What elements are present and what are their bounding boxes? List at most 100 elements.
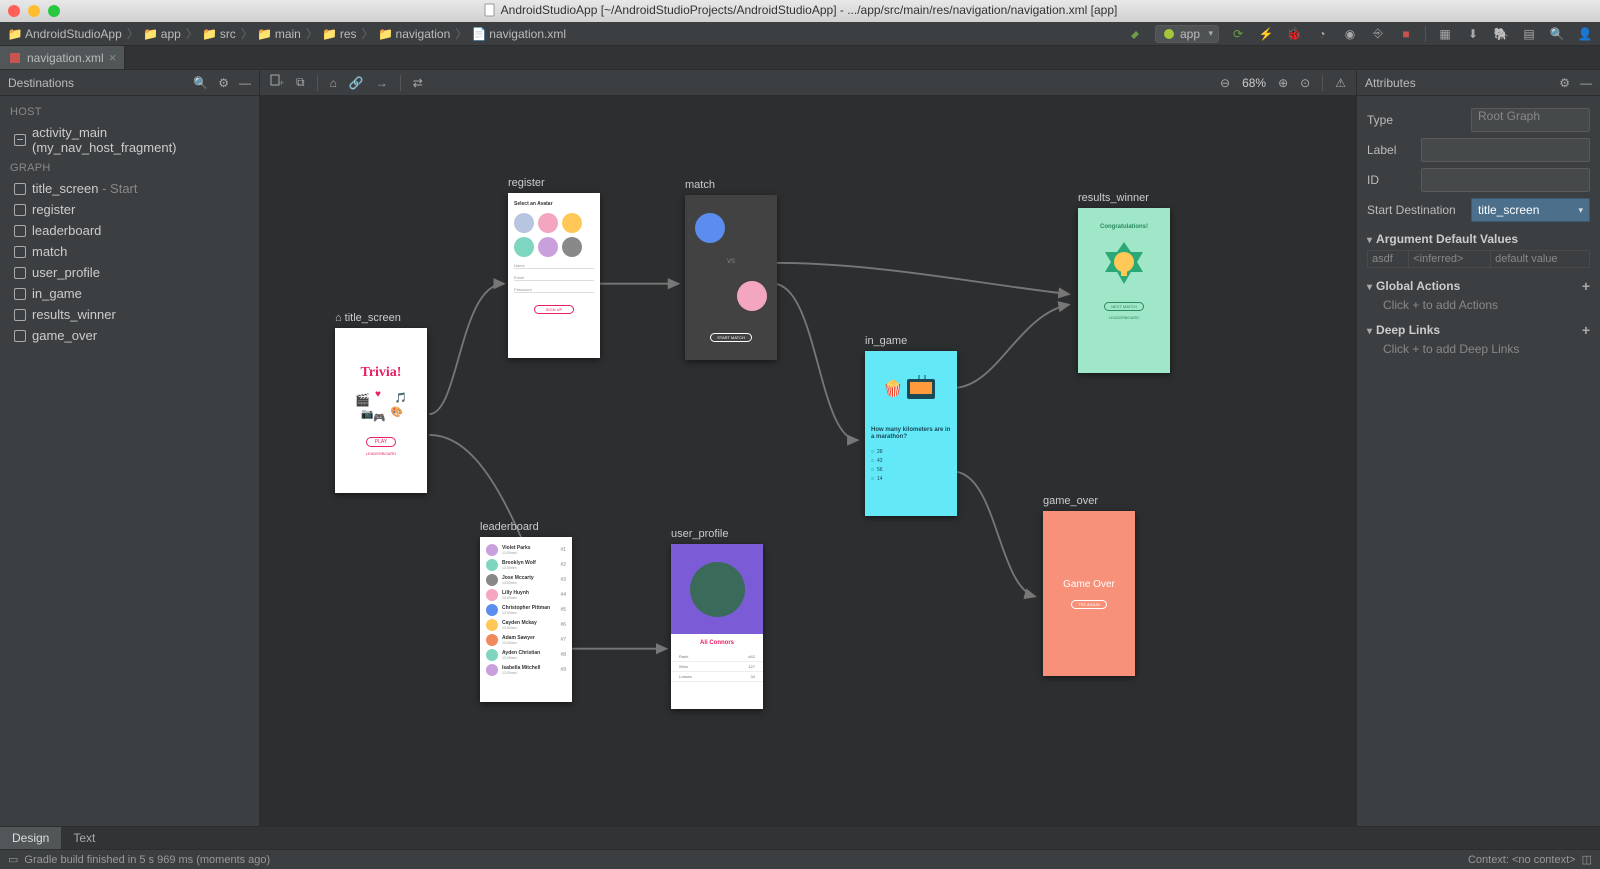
register-heading: Select an Avatar <box>514 201 594 207</box>
run-config-dropdown[interactable]: app <box>1155 25 1219 43</box>
profile-avatar <box>690 562 745 617</box>
sdk-icon[interactable]: ⬇ <box>1464 25 1482 43</box>
svg-text:+: + <box>279 78 284 88</box>
node-title-screen[interactable]: ⌂title_screen Trivia! 🎬 ♥ 🎵 📷 🎨 🎮 PLAY L… <box>335 328 427 493</box>
profiler-icon[interactable]: ◔ <box>1313 25 1331 43</box>
label-input[interactable] <box>1421 138 1590 162</box>
destination-icon <box>14 246 26 258</box>
start-dest-dropdown[interactable]: title_screen <box>1471 198 1590 222</box>
gradle-icon[interactable]: 🐘 <box>1492 25 1510 43</box>
stop-icon[interactable]: ■ <box>1397 25 1415 43</box>
gear-icon[interactable]: ⚙ <box>218 76 229 90</box>
zoom-in-icon[interactable]: ⊕ <box>1278 76 1288 90</box>
window-title: AndroidStudioApp [~/AndroidStudioProject… <box>483 3 1118 17</box>
close-tab-button[interactable]: × <box>109 50 117 65</box>
folder-icon: 📁 <box>323 27 337 41</box>
separator <box>317 75 318 91</box>
memory-icon[interactable]: ◫ <box>1582 853 1592 866</box>
nested-graph-icon[interactable]: ⧉ <box>296 75 305 90</box>
global-actions-hint: Click + to add Actions <box>1367 298 1590 312</box>
main-toolbar: app ⟳ ⚡ 🐞 ◔ ◉ ⎆ ■ ▦ ⬇ 🐘 ▤ 🔍 👤 <box>1127 25 1594 43</box>
hammer-icon[interactable] <box>1127 25 1145 43</box>
user-avatar[interactable]: 👤 <box>1576 25 1594 43</box>
minimize-window-button[interactable] <box>28 5 40 17</box>
graph-item-user-profile[interactable]: user_profile <box>0 262 259 283</box>
new-destination-icon[interactable]: + <box>270 74 284 91</box>
graph-item-register[interactable]: register <box>0 199 259 220</box>
add-deeplink-button[interactable]: + <box>1582 322 1590 338</box>
node-match[interactable]: match VS START MATCH <box>685 195 777 360</box>
leaderboard-link: LEADERBOARD <box>366 451 396 456</box>
ingame-illustration: 🍿 <box>871 359 951 419</box>
graph-item-game-over[interactable]: game_over <box>0 325 259 346</box>
breadcrumb-main[interactable]: 📁main <box>256 27 303 41</box>
context-label[interactable]: Context: <no context> <box>1468 854 1576 866</box>
tab-design[interactable]: Design <box>0 827 61 849</box>
id-input[interactable] <box>1421 168 1590 192</box>
destination-icon <box>14 309 26 321</box>
breadcrumb-src[interactable]: 📁src <box>201 27 238 41</box>
breadcrumb-project[interactable]: 📁AndroidStudioApp <box>6 27 124 41</box>
deep-links-group[interactable]: Deep Links+ <box>1367 322 1590 338</box>
zoom-level: 68% <box>1242 76 1266 90</box>
auto-arrange-icon[interactable]: ⇄ <box>413 76 423 90</box>
id-label: ID <box>1367 173 1413 187</box>
node-user-profile[interactable]: user_profile Ali Connors Rank#42Wins127L… <box>671 544 763 709</box>
graph-section-label: GRAPH <box>0 158 259 178</box>
host-section-label: HOST <box>0 102 259 122</box>
app-title: Trivia! <box>361 365 402 381</box>
debug-icon[interactable]: 🐞 <box>1285 25 1303 43</box>
node-label: leaderboard <box>480 521 539 533</box>
arguments-table: asdf<inferred>default value <box>1367 250 1590 268</box>
minimize-icon[interactable]: — <box>1580 76 1592 90</box>
breadcrumb: 📁AndroidStudioApp〉 📁app〉 📁src〉 📁main〉 📁r… <box>6 25 568 42</box>
graph-item-match[interactable]: match <box>0 241 259 262</box>
label-label: Label <box>1367 143 1413 157</box>
graph-item-results-winner[interactable]: results_winner <box>0 304 259 325</box>
node-in-game[interactable]: in_game 🍿 How many kilometers are in a m… <box>865 351 957 516</box>
attach-icon[interactable]: ⎆ <box>1369 25 1387 43</box>
search-icon[interactable]: 🔍 <box>193 76 208 90</box>
graph-item-in-game[interactable]: in_game <box>0 283 259 304</box>
host-item[interactable]: activity_main (my_nav_host_fragment) <box>0 122 259 158</box>
tab-text[interactable]: Text <box>61 827 107 849</box>
close-window-button[interactable] <box>8 5 20 17</box>
structure-icon[interactable]: ▤ <box>1520 25 1538 43</box>
graph-item-title-screen[interactable]: title_screen - Start <box>0 178 259 199</box>
nav-canvas[interactable]: ⌂title_screen Trivia! 🎬 ♥ 🎵 📷 🎨 🎮 PLAY L… <box>260 96 1356 826</box>
coverage-icon[interactable]: ◉ <box>1341 25 1359 43</box>
breadcrumb-file[interactable]: 📄navigation.xml <box>470 27 568 41</box>
node-leaderboard[interactable]: leaderboard Violet Parks13.00mm#1Brookly… <box>480 537 572 702</box>
node-game-over[interactable]: game_over Game Over TRY AGAIN <box>1043 511 1135 676</box>
sync-icon[interactable]: ⟳ <box>1229 25 1247 43</box>
warnings-icon[interactable]: ⚠ <box>1335 76 1346 90</box>
instant-run-icon[interactable]: ⚡ <box>1257 25 1275 43</box>
add-action-button[interactable]: + <box>1582 278 1590 294</box>
avd-icon[interactable]: ▦ <box>1436 25 1454 43</box>
zoom-fit-icon[interactable]: ⊙ <box>1300 76 1310 90</box>
editor-tab-navigation[interactable]: navigation.xml × <box>0 46 125 69</box>
global-actions-group[interactable]: Global Actions+ <box>1367 278 1590 294</box>
zoom-out-icon[interactable]: ⊖ <box>1220 76 1230 90</box>
breadcrumb-res[interactable]: 📁res <box>321 27 359 41</box>
node-label: match <box>685 179 715 191</box>
gear-icon[interactable]: ⚙ <box>1559 76 1570 90</box>
zoom-window-button[interactable] <box>48 5 60 17</box>
trophy-icon <box>1099 240 1149 290</box>
panel-title: Attributes <box>1365 76 1416 90</box>
arrow-icon[interactable]: → <box>376 76 388 90</box>
arguments-group[interactable]: Argument Default Values <box>1367 232 1590 246</box>
node-register[interactable]: register Select an Avatar Name Email Pas… <box>508 193 600 358</box>
minimize-icon[interactable]: — <box>239 76 251 90</box>
search-icon[interactable]: 🔍 <box>1548 25 1566 43</box>
node-results-winner[interactable]: results_winner Congratulations! NEXT MAT… <box>1078 208 1170 373</box>
home-icon[interactable]: ⌂ <box>330 76 337 90</box>
status-bar: ▭ Gradle build finished in 5 s 969 ms (m… <box>0 849 1600 869</box>
graph-item-leaderboard[interactable]: leaderboard <box>0 220 259 241</box>
folder-icon: 📁 <box>258 27 272 41</box>
event-log-icon[interactable]: ▭ <box>8 853 18 866</box>
xml-icon: 📄 <box>472 27 486 41</box>
breadcrumb-module[interactable]: 📁app <box>142 27 183 41</box>
link-icon[interactable]: 🔗 <box>349 76 364 90</box>
breadcrumb-navigation[interactable]: 📁navigation <box>377 27 453 41</box>
